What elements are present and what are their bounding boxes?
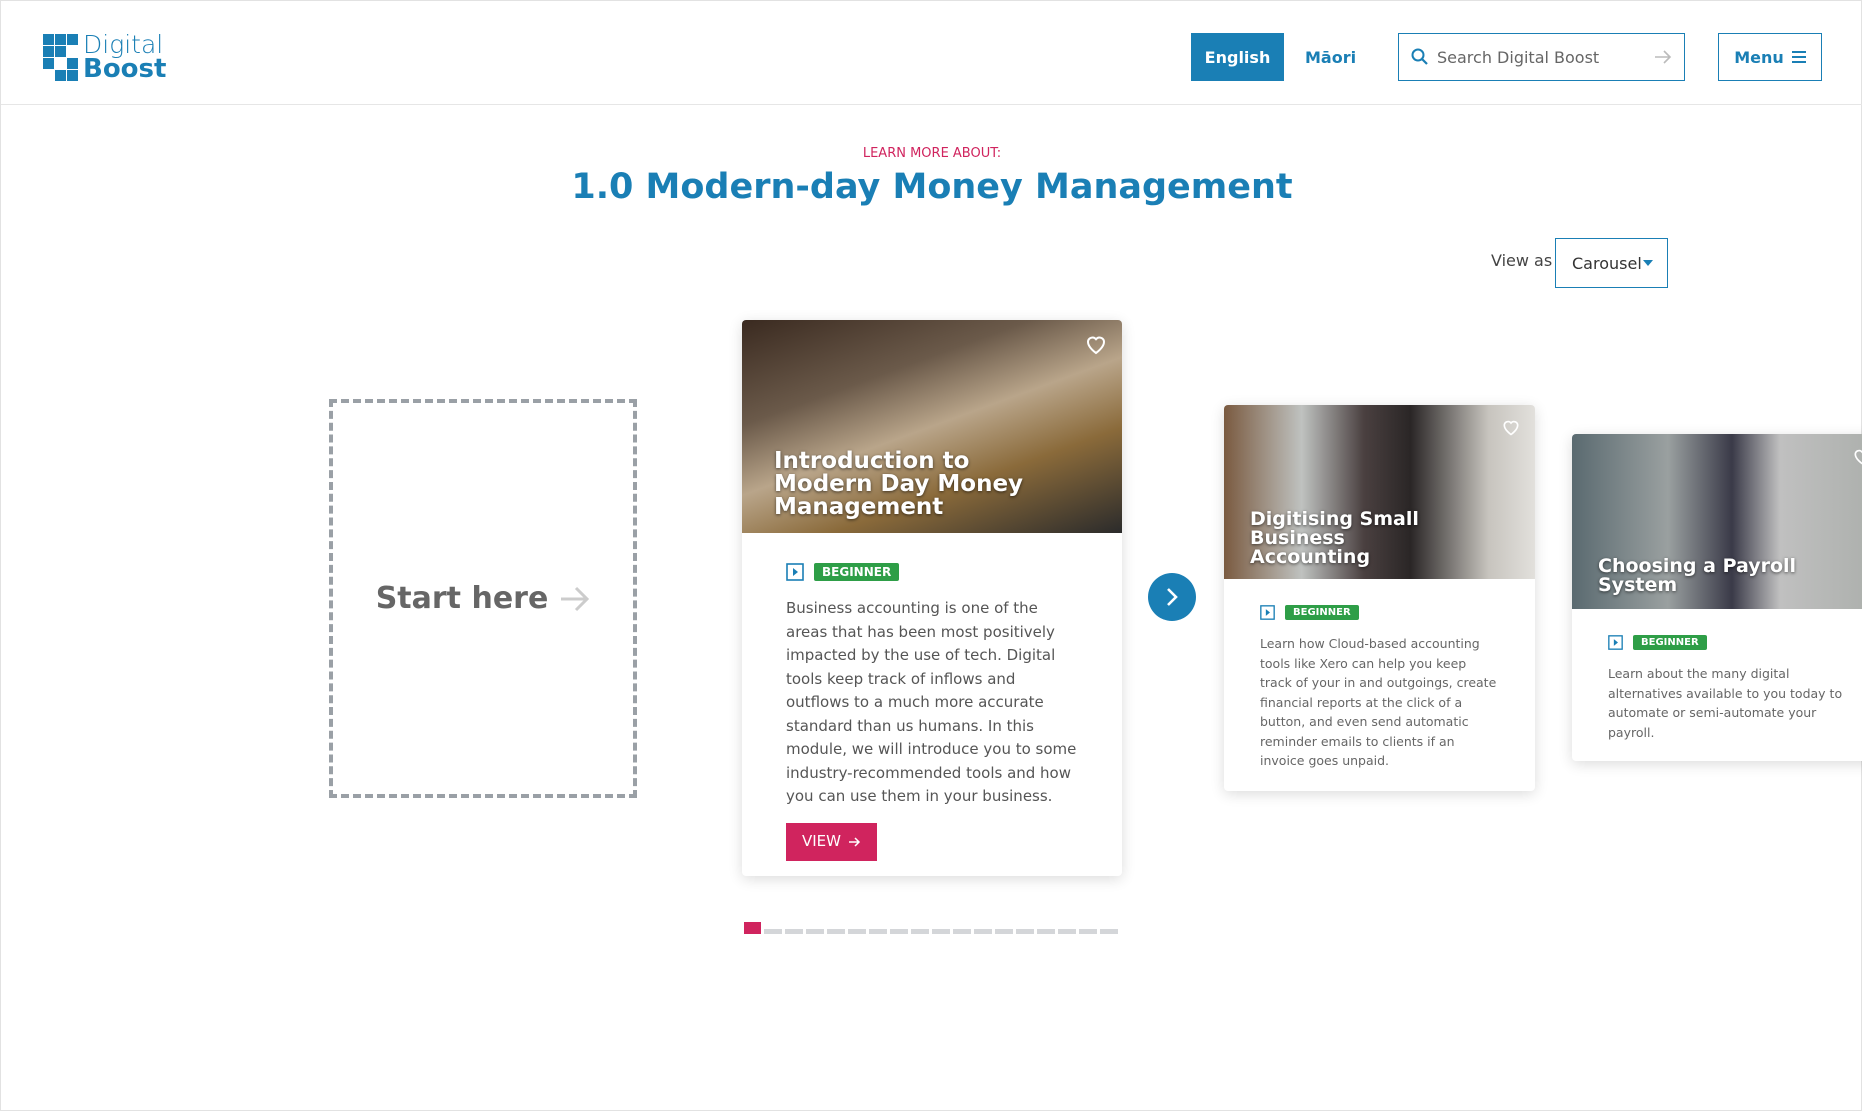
card-description: Learn about the many digital alternative…: [1608, 666, 1843, 740]
pagination-dot[interactable]: [911, 929, 929, 934]
level-badge: BEGINNER: [1633, 635, 1707, 650]
card-description: Learn how Cloud-based accounting tools l…: [1260, 636, 1497, 768]
pagination-dot[interactable]: [785, 929, 803, 934]
language-english-button[interactable]: English: [1191, 33, 1284, 81]
eyebrow-label: LEARN MORE ABOUT:: [862, 146, 1002, 161]
card-title: Digitising Small Business Accounting: [1250, 508, 1419, 568]
pagination-dot[interactable]: [869, 929, 887, 934]
heart-icon[interactable]: [1852, 446, 1862, 466]
pagination-dot[interactable]: [1037, 929, 1055, 934]
pagination-dot[interactable]: [932, 929, 950, 934]
start-here-label: Start here: [375, 581, 549, 616]
view-as-select[interactable]: Carousel: [1555, 238, 1668, 288]
pagination-dot[interactable]: [953, 929, 971, 934]
card-title: Introduction to Modern Day Money Managem…: [774, 448, 1024, 520]
search-bar: [1398, 33, 1685, 81]
card-description: Business accounting is one of the areas …: [786, 599, 1077, 805]
pagination-dot[interactable]: [764, 929, 782, 934]
pagination-dot[interactable]: [1016, 929, 1034, 934]
carousel-next-button[interactable]: [1148, 573, 1196, 621]
logo-mark-icon: [43, 34, 78, 81]
search-icon: [1411, 48, 1428, 65]
pagination-dot[interactable]: [995, 929, 1013, 934]
card-title: Choosing a Payroll System: [1598, 555, 1797, 596]
pagination-dot[interactable]: [974, 929, 992, 934]
carousel-pagination: [744, 922, 1118, 934]
video-icon: [1260, 605, 1275, 620]
pagination-dot[interactable]: [848, 929, 866, 934]
pagination-dot[interactable]: [744, 922, 761, 934]
view-button[interactable]: VIEW: [786, 822, 877, 861]
hamburger-icon: [1791, 51, 1806, 63]
pagination-dot[interactable]: [1079, 929, 1097, 934]
start-here-box[interactable]: Start here: [329, 399, 637, 798]
pagination-dot[interactable]: [827, 929, 845, 934]
view-as-label: View as: [1491, 251, 1553, 270]
arrow-right-icon: [849, 836, 861, 847]
pagination-dot[interactable]: [1100, 929, 1118, 934]
card-image: Choosing a Payroll System: [1572, 434, 1862, 609]
module-card[interactable]: Choosing a Payroll System BEGINNER Learn…: [1572, 434, 1862, 761]
logo-line2: Boost: [83, 54, 167, 84]
arrow-right-icon[interactable]: [1654, 49, 1672, 65]
view-as-value: Carousel: [1572, 253, 1642, 273]
module-card[interactable]: Introduction to Modern Day Money Managem…: [742, 320, 1122, 876]
card-image: Digitising Small Business Accounting: [1224, 405, 1535, 579]
pagination-dot[interactable]: [890, 929, 908, 934]
site-header: DigitalBoost English Māori Menu: [1, 1, 1862, 105]
card-image: Introduction to Modern Day Money Managem…: [742, 320, 1122, 533]
pagination-dot[interactable]: [806, 929, 824, 934]
video-icon: [786, 563, 804, 581]
heart-icon[interactable]: [1501, 417, 1521, 437]
page-title: 1.0 Modern-day Money Management: [571, 167, 1293, 207]
view-label: VIEW: [802, 832, 841, 850]
level-badge: BEGINNER: [814, 563, 900, 581]
arrow-right-icon: [561, 586, 590, 611]
chevron-right-icon: [1167, 588, 1178, 606]
menu-button[interactable]: Menu: [1718, 33, 1822, 81]
video-icon: [1608, 635, 1623, 650]
search-input[interactable]: [1437, 47, 1646, 67]
menu-label: Menu: [1734, 47, 1784, 67]
logo[interactable]: Digital Boost: [43, 32, 167, 84]
module-card[interactable]: Digitising Small Business Accounting BEG…: [1224, 405, 1535, 791]
pagination-dot[interactable]: [1058, 929, 1076, 934]
caret-down-icon: [1643, 260, 1653, 266]
language-maori-button[interactable]: Māori: [1297, 33, 1364, 81]
level-badge: BEGINNER: [1285, 605, 1359, 620]
heart-icon[interactable]: [1084, 332, 1108, 356]
